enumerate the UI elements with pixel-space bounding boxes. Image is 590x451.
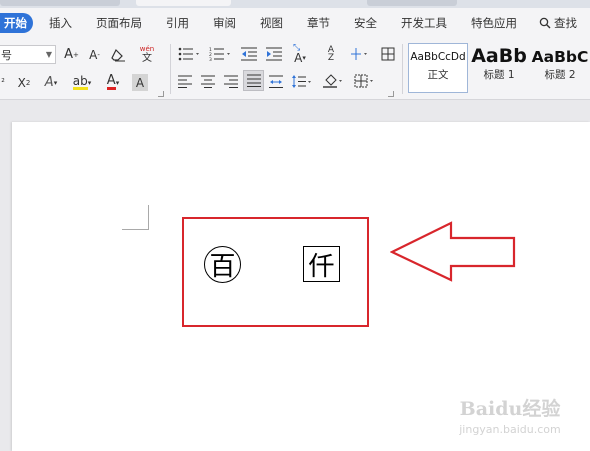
show-hide-marks-icon[interactable] — [348, 45, 372, 63]
increase-indent-icon[interactable] — [265, 45, 283, 63]
menu-review[interactable]: 审阅 — [213, 15, 236, 31]
style-label: 标题 1 — [483, 69, 515, 81]
numbered-list-icon[interactable]: 123 — [208, 45, 234, 63]
baidu-watermark: Baidu经验 jingyan.baidu.com — [452, 394, 568, 444]
clear-format-icon[interactable] — [110, 46, 127, 63]
font-size-select[interactable]: 号 ▼ — [0, 45, 56, 64]
text-effect-icon[interactable]: A ▾ — [40, 74, 62, 91]
enclosed-char-text: 百 — [209, 252, 236, 282]
menu-home[interactable]: 开始 — [0, 13, 33, 33]
align-left-icon[interactable] — [177, 72, 193, 90]
styles-gallery: AaBbCcDd 正文 AaBb 标题 1 AaBbC 标题 2 — [408, 43, 590, 96]
document-tab-active[interactable] — [136, 0, 231, 6]
bullet-list-icon[interactable] — [177, 45, 203, 63]
character-shading-icon[interactable]: A — [132, 74, 148, 91]
superscript-icon[interactable]: ² — [0, 74, 10, 91]
font-dialog-launcher-icon[interactable] — [158, 91, 164, 97]
svg-text:3: 3 — [209, 57, 212, 61]
text-direction-icon[interactable]: ⤡ A ▾ — [289, 43, 311, 65]
align-justify-icon[interactable] — [243, 70, 264, 91]
style-normal[interactable]: AaBbCcDd 正文 — [408, 43, 468, 93]
left-arrow-annotation — [390, 221, 516, 282]
paragraph-dialog-launcher-icon[interactable] — [388, 91, 394, 97]
style-heading-2[interactable]: AaBbC 标题 2 — [530, 43, 590, 93]
font-color-icon[interactable]: A ▾ — [101, 74, 125, 91]
style-preview: AaBb — [471, 45, 527, 67]
chevron-down-icon: ▼ — [45, 50, 52, 59]
document-tab[interactable] — [367, 0, 457, 6]
menu-special-apps[interactable]: 特色应用 — [471, 15, 517, 31]
table-layout-icon[interactable] — [380, 45, 396, 63]
menu-chapter[interactable]: 章节 — [307, 15, 330, 31]
sort-icon[interactable]: AZ — [322, 45, 340, 63]
shading-fill-icon[interactable] — [322, 72, 346, 90]
menu-page-layout[interactable]: 页面布局 — [96, 15, 142, 31]
style-heading-1[interactable]: AaBb 标题 1 — [470, 43, 528, 93]
menu-view[interactable]: 视图 — [260, 15, 283, 31]
enclosed-character-circle[interactable]: 百 — [204, 246, 241, 283]
watermark-url: jingyan.baidu.com — [459, 423, 561, 436]
distribute-align-icon[interactable] — [268, 72, 284, 90]
style-preview: AaBbC — [531, 48, 589, 66]
line-spacing-icon[interactable] — [291, 72, 313, 90]
menu-find[interactable]: 查找 — [539, 15, 577, 31]
enclosed-char-text: 仟 — [308, 251, 335, 282]
menu-insert[interactable]: 插入 — [49, 15, 72, 31]
search-icon — [539, 17, 551, 29]
menu-developer-tools[interactable]: 开发工具 — [401, 15, 447, 31]
document-tab-strip — [0, 0, 590, 8]
menu-find-label: 查找 — [554, 16, 577, 30]
increase-font-size-icon[interactable]: A + — [63, 46, 80, 63]
ribbon-toolbar: 号 ▼ A + A- wén 文 ² X2 A ▾ ab ▾ A ▾ A 123 ⤡ A ▾ … — [0, 38, 590, 100]
group-separator — [170, 44, 171, 94]
style-label: 正文 — [427, 69, 449, 81]
decrease-indent-icon[interactable] — [240, 45, 258, 63]
menu-bar: 开始 插入 页面布局 引用 审阅 视图 章节 安全 开发工具 特色应用 查找 — [0, 8, 590, 38]
wps-writer-window: 开始 插入 页面布局 引用 审阅 视图 章节 安全 开发工具 特色应用 查找 号… — [0, 0, 590, 451]
font-size-value: 号 — [1, 48, 12, 62]
decrease-font-size-icon[interactable]: A- — [86, 46, 103, 63]
highlight-color-icon[interactable]: ab ▾ — [70, 74, 94, 91]
style-preview: AaBbCcDd — [410, 51, 466, 63]
watermark-brand: Baidu经验 — [459, 398, 561, 420]
document-tab[interactable] — [0, 0, 120, 6]
enclosed-character-square[interactable]: 仟 — [303, 246, 340, 282]
menu-references[interactable]: 引用 — [166, 15, 189, 31]
group-separator — [402, 44, 403, 94]
subscript-icon[interactable]: X2 — [14, 74, 34, 91]
phonetic-guide-icon[interactable]: wén 文 — [134, 43, 160, 65]
style-label: 标题 2 — [544, 69, 576, 81]
margin-corner-marker — [122, 205, 149, 230]
borders-icon[interactable] — [353, 72, 377, 90]
align-right-icon[interactable] — [223, 72, 239, 90]
align-center-icon[interactable] — [200, 72, 216, 90]
menu-security[interactable]: 安全 — [354, 15, 377, 31]
